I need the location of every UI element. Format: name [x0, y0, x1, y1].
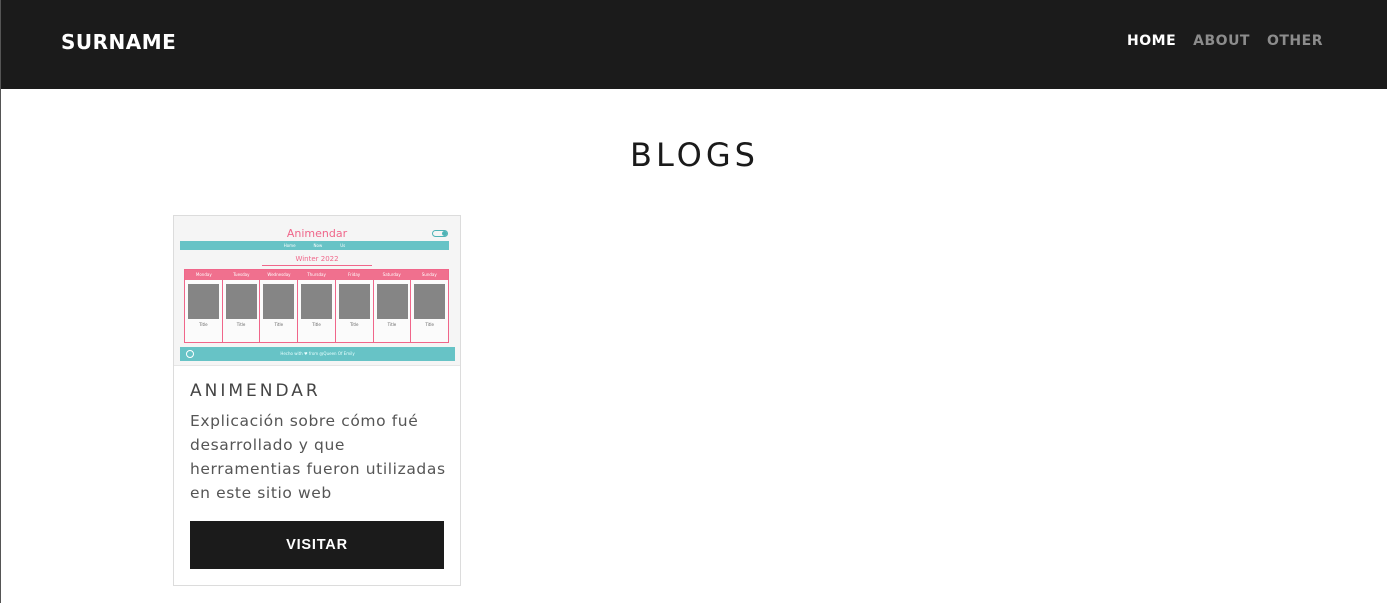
thumbnail-divider — [262, 265, 372, 266]
thumbnail-season: Winter 2022 — [295, 255, 339, 263]
thumbnail-column: Title — [260, 280, 299, 342]
brand-link[interactable]: SURNAME — [61, 30, 176, 54]
thumbnail-nav: Home Now Us — [180, 241, 449, 250]
thumbnail-footer: Hecho with ♥ from @Queen Of Emily — [180, 347, 455, 361]
thumbnail-day: Monday — [195, 272, 212, 277]
thumbnail-item-label: Title — [312, 322, 321, 327]
nav-link-other[interactable]: OTHER — [1267, 33, 1323, 49]
thumbnail-nav-item: Home — [283, 243, 296, 248]
thumbnail-image-placeholder — [376, 284, 408, 319]
thumbnail-item-label: Title — [387, 322, 397, 327]
thumbnail-nav-item: Us — [340, 243, 346, 248]
card-title: ANIMENDAR — [190, 381, 321, 401]
thumbnail-day: Tuesday — [233, 272, 250, 277]
thumbnail-image-placeholder — [338, 284, 370, 319]
card-thumbnail[interactable]: Animendar Home Now Us Winter 2022 Monday… — [174, 216, 460, 366]
thumbnail-image-placeholder — [263, 284, 295, 319]
thumbnail-day: Saturday — [382, 272, 401, 277]
thumbnail-item-label: Title — [199, 322, 208, 327]
thumbnail-column: Title — [185, 280, 223, 342]
thumbnail-column: Title — [223, 280, 261, 342]
thumbnail-day: Sunday — [421, 272, 437, 277]
nav-links: HOME ABOUT OTHER — [1127, 33, 1323, 49]
thumbnail-image-placeholder — [188, 284, 219, 319]
thumbnail-day: Thursday — [307, 272, 326, 277]
thumbnail-day: Wednesday — [267, 272, 291, 277]
visit-button[interactable]: VISITAR — [190, 521, 444, 569]
card-description: Explicación sobre cómo fué desarrollado … — [190, 412, 446, 502]
nav-link-about[interactable]: ABOUT — [1193, 33, 1250, 49]
nav-link-home[interactable]: HOME — [1127, 33, 1176, 49]
thumbnail-image-placeholder — [414, 284, 446, 319]
thumbnail-title: Animendar — [286, 227, 348, 240]
thumbnail-day: Friday — [348, 272, 361, 277]
thumbnail-column: Title — [298, 280, 336, 342]
thumbnail-columns: Title Title Title Title Title Title Titl… — [185, 280, 448, 342]
thumbnail-calendar: Monday Tuesday Wednesday Thursday Friday… — [184, 269, 449, 343]
thumbnail-item-label: Title — [349, 322, 359, 327]
page-title: BLOGS — [630, 136, 759, 174]
thumbnail-image-placeholder — [301, 284, 333, 319]
thumbnail-column: Title — [374, 280, 412, 342]
thumbnail-item-label: Title — [425, 322, 434, 327]
thumbnail-item-label: Title — [236, 322, 246, 327]
blog-card: Animendar Home Now Us Winter 2022 Monday… — [173, 215, 461, 586]
thumbnail-days-row: Monday Tuesday Wednesday Thursday Friday… — [185, 270, 448, 280]
thumbnail-toggle-icon — [432, 230, 448, 237]
navbar: SURNAME HOME ABOUT OTHER — [1, 0, 1387, 89]
thumbnail-item-label: Title — [274, 322, 284, 327]
thumbnail-footer-text: Hecho with ♥ from @Queen Of Emily — [280, 351, 355, 356]
thumbnail-column: Title — [411, 280, 448, 342]
thumbnail-column: Title — [336, 280, 374, 342]
thumbnail-nav-item: Now — [313, 243, 323, 248]
thumbnail-image-placeholder — [225, 284, 257, 319]
